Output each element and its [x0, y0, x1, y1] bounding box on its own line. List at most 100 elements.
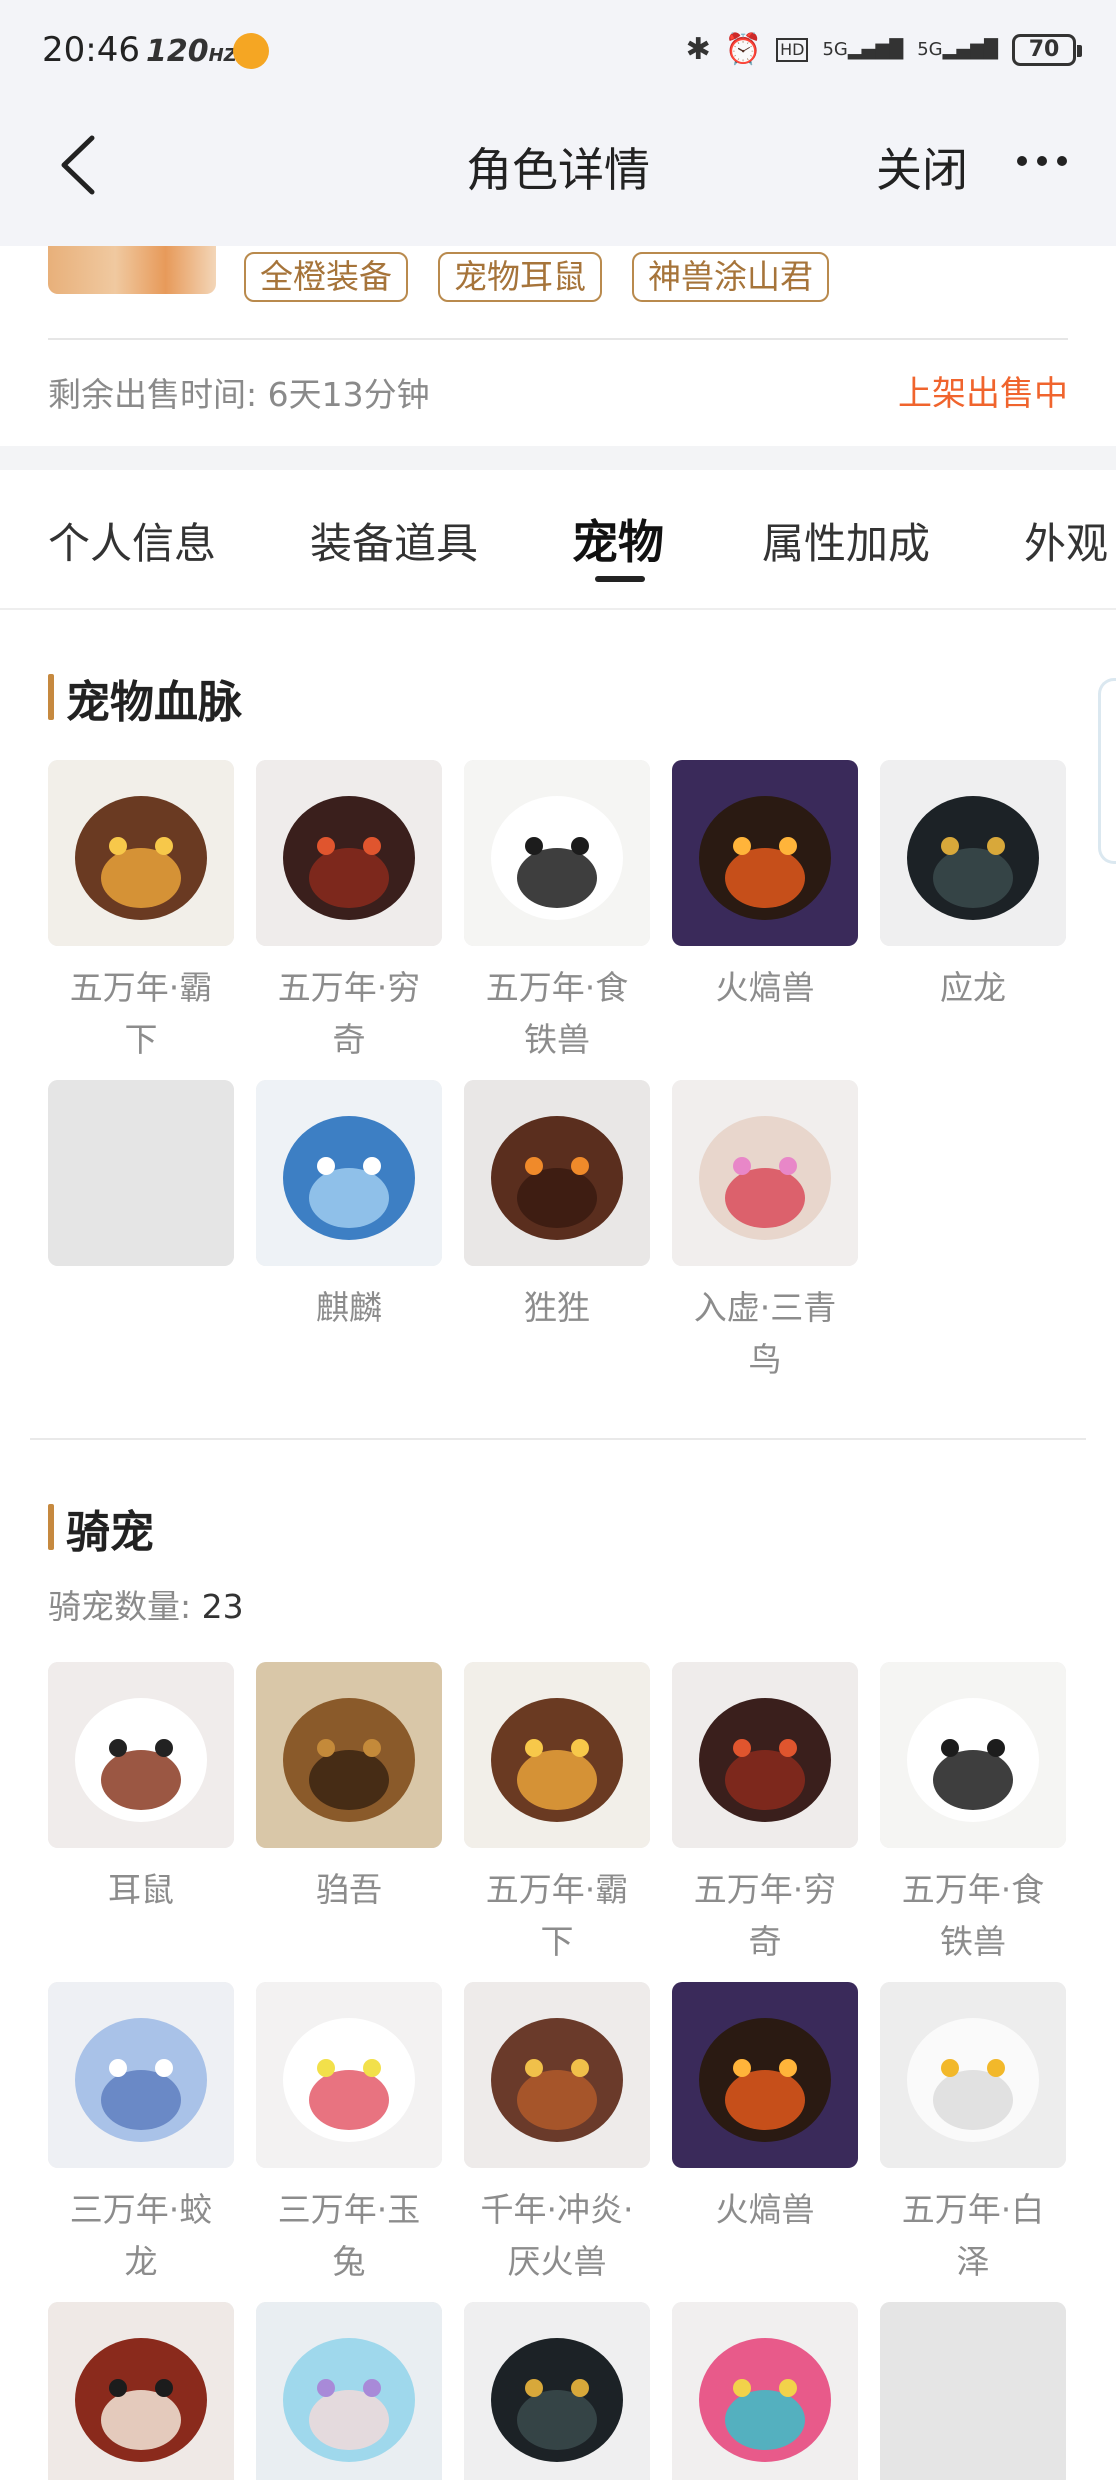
- bloodline-pet-name: 入虚·三青鸟: [693, 1288, 837, 1379]
- tag-beast: 神兽涂山君: [632, 252, 829, 302]
- alarm-icon: ⏰: [724, 32, 763, 67]
- white-cat-portrait-icon: [880, 1982, 1066, 2168]
- tab-pets[interactable]: 宠物: [572, 506, 664, 572]
- active-tab-indicator: [595, 576, 645, 582]
- bloodline-pet-name: 火熇兽: [715, 968, 815, 1007]
- white-rabbit-portrait-icon: [256, 1982, 442, 2168]
- empty-slot-icon: [48, 1080, 234, 1266]
- mount-pet-item[interactable]: [48, 2302, 234, 2480]
- bloodline-pet-item[interactable]: 五万年·霸下: [48, 760, 234, 1066]
- bloodline-pet-item[interactable]: 麒麟: [256, 1080, 442, 1334]
- status-icons: ✱ ⏰ HD 5G▂▄▆█ 5G▂▄▆█ 70: [685, 28, 1082, 72]
- dragon-gold-portrait-icon: [48, 760, 234, 946]
- fire-beast-portrait-icon: [672, 1982, 858, 2168]
- dragon-gold-portrait-icon: [464, 1662, 650, 1848]
- sale-status: 上架出售中: [898, 374, 1068, 414]
- lion-beast-portrait-icon: [256, 1662, 442, 1848]
- side-handle[interactable]: [1098, 678, 1116, 864]
- divider: [48, 338, 1068, 340]
- status-bar: 20:46 120HZ ✱ ⏰ HD 5G▂▄▆█ 5G▂▄▆█ 70: [0, 0, 1116, 100]
- mount-pet-item[interactable]: 火熇兽: [672, 1982, 858, 2236]
- mount-pet-name: 五万年·白泽: [901, 2190, 1045, 2281]
- signal-icon: 5G▂▄▆█: [822, 39, 904, 60]
- phoenix-portrait-icon: [672, 2302, 858, 2480]
- fire-wolf-portrait-icon: [464, 1982, 650, 2168]
- mount-pet-name: 五万年·霸下: [485, 1870, 629, 1961]
- mount-count: 骑宠数量: 23: [48, 1587, 244, 1626]
- bloodline-pet-item[interactable]: 入虚·三青鸟: [672, 1080, 858, 1386]
- section-gap: [0, 446, 1116, 470]
- bluetooth-icon: ✱: [685, 32, 711, 67]
- close-button[interactable]: 关闭: [876, 134, 968, 200]
- bloodline-pet-name: 应龙: [940, 968, 1006, 1007]
- mount-pet-item[interactable]: 三万年·玉兔: [256, 1982, 442, 2288]
- mouse-portrait-icon: [48, 1662, 234, 1848]
- bloodline-pet-name: 五万年·霸下: [69, 968, 213, 1059]
- hd-icon: HD: [776, 38, 809, 62]
- bloodline-pet-name: 狌狌: [524, 1288, 590, 1327]
- red-squirrel-portrait-icon: [48, 2302, 234, 2480]
- mount-pet-name: 耳鼠: [108, 1870, 174, 1909]
- mount-pet-item[interactable]: 五万年·白泽: [880, 1982, 1066, 2288]
- mount-pet-name: 三万年·蛟龙: [69, 2190, 213, 2281]
- mount-pet-item[interactable]: 五万年·霸下: [464, 1662, 650, 1968]
- fire-beast-portrait-icon: [672, 760, 858, 946]
- clock: 20:46: [42, 30, 140, 70]
- ape-portrait-icon: [464, 1080, 650, 1266]
- tag-equipment: 全橙装备: [244, 252, 408, 302]
- nav-bar: 角色详情 关闭: [0, 100, 1116, 246]
- tag-pet: 宠物耳鼠: [438, 252, 602, 302]
- mount-pet-name: 千年·冲炎·厌火兽: [480, 2190, 634, 2281]
- three-maidens-portrait-icon: [672, 1080, 858, 1266]
- mount-pet-item[interactable]: 五万年·穷奇: [672, 1662, 858, 1968]
- panda-portrait-icon: [880, 1662, 1066, 1848]
- bloodline-pet-name: 五万年·穷奇: [277, 968, 421, 1059]
- character-thumbnail[interactable]: [48, 246, 216, 294]
- mount-pet-name: 五万年·食铁兽: [901, 1870, 1045, 1961]
- bloodline-pet-item[interactable]: 五万年·穷奇: [256, 760, 442, 1066]
- dark-beast-portrait-icon: [672, 1662, 858, 1848]
- mount-pet-item[interactable]: [880, 2302, 1066, 2480]
- bloodline-pet-item[interactable]: 火熇兽: [672, 760, 858, 1014]
- mount-pet-item[interactable]: [464, 2302, 650, 2480]
- black-dragon-portrait-icon: [464, 2302, 650, 2480]
- notification-badge-icon: [233, 33, 269, 69]
- bloodline-title: 宠物血脉: [48, 666, 242, 730]
- mount-pet-name: 火熇兽: [715, 2190, 815, 2229]
- tab-equipment[interactable]: 装备道具: [310, 510, 478, 571]
- bloodline-pet-item[interactable]: 应龙: [880, 760, 1066, 1014]
- mount-pet-item[interactable]: 千年·冲炎·厌火兽: [464, 1982, 650, 2288]
- mount-pet-item[interactable]: 五万年·食铁兽: [880, 1662, 1066, 1968]
- bloodline-pet-item[interactable]: [48, 1080, 234, 1282]
- more-options-icon[interactable]: [1012, 146, 1072, 176]
- black-dragon-portrait-icon: [880, 760, 1066, 946]
- mount-pet-item[interactable]: 驺吾: [256, 1662, 442, 1916]
- refresh-rate: 120HZ: [146, 34, 237, 69]
- mount-pet-item[interactable]: 三万年·蛟龙: [48, 1982, 234, 2288]
- mount-pet-name: 三万年·玉兔: [277, 2190, 421, 2281]
- bloodline-pet-name: 五万年·食铁兽: [485, 968, 629, 1059]
- tab-personal-info[interactable]: 个人信息: [48, 510, 216, 571]
- mount-pet-item[interactable]: [672, 2302, 858, 2480]
- blue-qilin-portrait-icon: [256, 1080, 442, 1266]
- mount-pet-name: 驺吾: [316, 1870, 382, 1909]
- ice-dragon-portrait-icon: [48, 1982, 234, 2168]
- mount-pet-item[interactable]: 耳鼠: [48, 1662, 234, 1916]
- tab-appearance[interactable]: 外观: [1024, 510, 1108, 571]
- tab-bar: 个人信息 装备道具 宠物 属性加成 外观: [0, 470, 1116, 610]
- battery-icon: 70: [1012, 34, 1082, 66]
- bloodline-pet-item[interactable]: 狌狌: [464, 1080, 650, 1334]
- mounts-title: 骑宠: [48, 1496, 154, 1560]
- panda-portrait-icon: [464, 760, 650, 946]
- crystal-maiden-portrait-icon: [256, 2302, 442, 2480]
- mount-pet-name: 五万年·穷奇: [693, 1870, 837, 1961]
- signal-icon-2: 5G▂▄▆█: [917, 39, 998, 60]
- tab-attributes[interactable]: 属性加成: [762, 510, 930, 571]
- bloodline-pet-name: 麒麟: [316, 1288, 382, 1327]
- section-divider: [30, 1438, 1086, 1440]
- dark-beast-portrait-icon: [256, 760, 442, 946]
- remaining-time: 剩余出售时间: 6天13分钟: [48, 375, 430, 414]
- mount-pet-item[interactable]: [256, 2302, 442, 2480]
- bloodline-pet-item[interactable]: 五万年·食铁兽: [464, 760, 650, 1066]
- listing-card: 全橙装备 宠物耳鼠 神兽涂山君 剩余出售时间: 6天13分钟 上架出售中: [0, 246, 1116, 446]
